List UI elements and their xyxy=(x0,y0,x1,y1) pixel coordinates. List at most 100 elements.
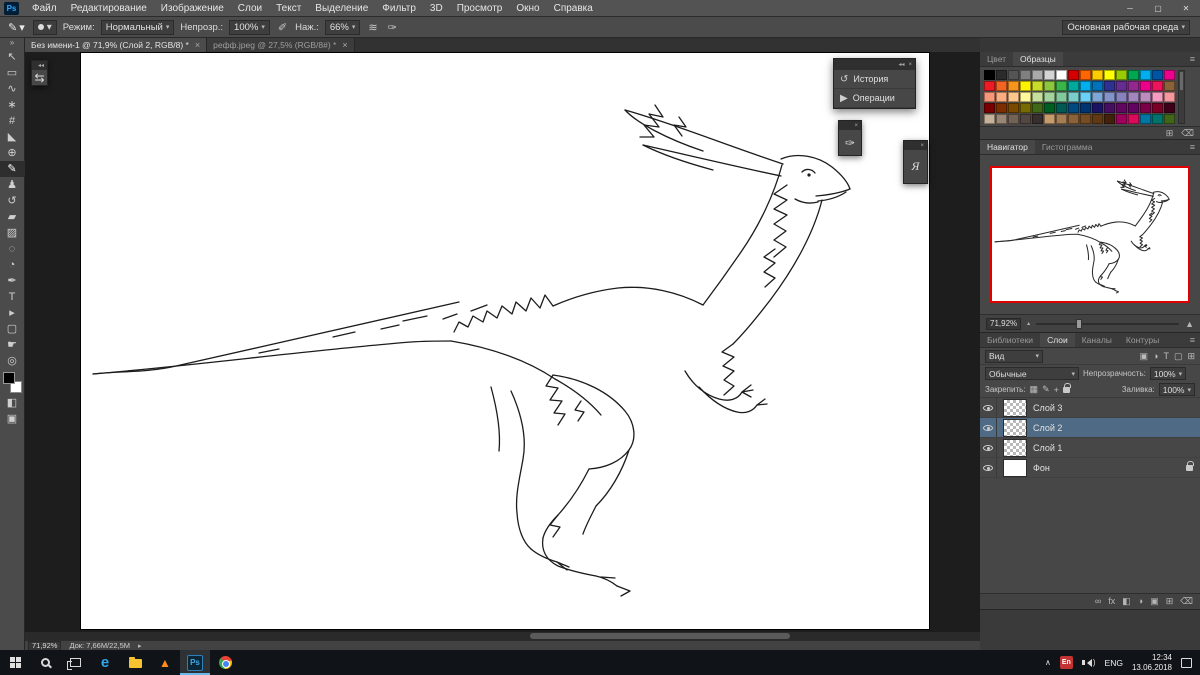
floating-dock-toggle[interactable]: ◂◂ ⇆ xyxy=(31,60,48,86)
lasso-tool[interactable]: ∿ xyxy=(0,81,25,97)
color-swatch[interactable] xyxy=(1152,92,1163,102)
adjustment-layer-icon[interactable]: ◑ xyxy=(1138,597,1143,606)
color-swatch[interactable] xyxy=(1008,81,1019,91)
horizontal-scrollbar[interactable] xyxy=(25,632,980,640)
layer-row[interactable]: Слой 2 xyxy=(980,418,1200,438)
color-swatch[interactable] xyxy=(996,114,1007,124)
color-swatch[interactable] xyxy=(1092,81,1103,91)
opacity-select[interactable]: 100% ▾ xyxy=(229,19,270,35)
collapse-icon[interactable]: ◂◂ xyxy=(38,63,44,69)
color-swatch[interactable] xyxy=(1140,70,1151,80)
brush-preset-picker[interactable]: ▾ xyxy=(32,19,57,35)
taskbar-edge[interactable]: e xyxy=(90,650,120,675)
new-swatch-icon[interactable]: ⊞ xyxy=(1166,128,1174,138)
lock-position-icon[interactable]: + xyxy=(1054,385,1059,395)
layer-opacity-field[interactable]: 100% ▾ xyxy=(1149,367,1187,380)
lock-transparency-icon[interactable]: ▦ xyxy=(1030,384,1039,395)
path-selection-tool[interactable]: ▸ xyxy=(0,305,25,321)
language-badge-icon[interactable]: En xyxy=(1059,656,1073,669)
color-swatch[interactable] xyxy=(1044,81,1055,91)
color-swatch[interactable] xyxy=(1164,114,1175,124)
start-button[interactable] xyxy=(0,650,30,675)
color-swatch[interactable] xyxy=(1008,92,1019,102)
screen-mode-button[interactable]: ▣ xyxy=(0,411,25,427)
navigator-zoom-field[interactable]: 71,92% xyxy=(986,317,1022,330)
healing-brush-tool[interactable]: ⊕ xyxy=(0,145,25,161)
document-tab[interactable]: Без имени-1 @ 71,9% (Слой 2, RGB/8) * × xyxy=(25,38,208,52)
color-swatch[interactable] xyxy=(1104,70,1115,80)
color-swatch[interactable] xyxy=(1116,81,1127,91)
panel-tab-Контуры[interactable]: Контуры xyxy=(1119,333,1166,347)
color-swatch[interactable] xyxy=(1128,92,1139,102)
color-swatch[interactable] xyxy=(1044,92,1055,102)
color-swatch[interactable] xyxy=(1128,70,1139,80)
layer-blend-mode-select[interactable]: Обычные ▾ xyxy=(985,367,1079,380)
panel-menu-icon[interactable]: ≡ xyxy=(1185,335,1200,345)
color-swatch[interactable] xyxy=(1164,70,1175,80)
color-swatch[interactable] xyxy=(1080,81,1091,91)
delete-swatch-icon[interactable]: ⌫ xyxy=(1181,128,1194,138)
menu-item-Выделение[interactable]: Выделение xyxy=(308,0,375,16)
color-swatch[interactable] xyxy=(1152,103,1163,113)
color-swatch[interactable] xyxy=(1056,114,1067,124)
eraser-tool[interactable]: ▰ xyxy=(0,209,25,225)
gradient-tool[interactable]: ▨ xyxy=(0,225,25,241)
panel-tab-Навигатор[interactable]: Навигатор xyxy=(980,140,1035,154)
color-swatch[interactable] xyxy=(1056,70,1067,80)
panel-menu-icon[interactable]: ≡ xyxy=(1185,54,1200,64)
zoom-slider-thumb[interactable] xyxy=(1076,318,1083,329)
taskbar-photoshop[interactable]: Ps xyxy=(180,650,210,675)
layer-thumbnail[interactable] xyxy=(1003,398,1027,417)
color-swatch[interactable] xyxy=(984,81,995,91)
blend-mode-select[interactable]: Нормальный ▾ xyxy=(100,19,175,35)
new-layer-icon[interactable]: ⊞ xyxy=(1166,597,1174,606)
color-swatch[interactable] xyxy=(1020,92,1031,102)
hidden-icons-chevron[interactable]: ∧ xyxy=(1045,658,1051,667)
color-swatch[interactable] xyxy=(1080,92,1091,102)
color-swatch[interactable] xyxy=(1068,103,1079,113)
color-swatch[interactable] xyxy=(1008,114,1019,124)
menu-item-Файл[interactable]: Файл xyxy=(25,0,64,16)
panel-tab-Гистограмма[interactable]: Гистограмма xyxy=(1035,140,1100,154)
layer-thumbnail[interactable] xyxy=(1003,458,1027,477)
pressure-opacity-icon[interactable]: ✐ xyxy=(276,21,289,34)
color-swatch[interactable] xyxy=(1128,114,1139,124)
color-swatch[interactable] xyxy=(1116,92,1127,102)
color-swatch[interactable] xyxy=(1104,114,1115,124)
color-swatch[interactable] xyxy=(1092,70,1103,80)
tab-close-icon[interactable]: × xyxy=(195,40,200,50)
delete-layer-icon[interactable]: ⌫ xyxy=(1180,597,1193,606)
pen-tool[interactable]: ✒ xyxy=(0,273,25,289)
color-swatch[interactable] xyxy=(1044,114,1055,124)
color-swatch[interactable] xyxy=(1152,114,1163,124)
scrollbar-thumb[interactable] xyxy=(530,633,790,639)
color-swatch[interactable] xyxy=(1020,103,1031,113)
character-panel-icon[interactable]: Я xyxy=(904,150,927,183)
color-swatch[interactable] xyxy=(1068,92,1079,102)
color-swatch[interactable] xyxy=(1080,70,1091,80)
color-swatch[interactable] xyxy=(1116,103,1127,113)
volume-icon[interactable]: ) xyxy=(1081,658,1096,667)
color-swatch[interactable] xyxy=(1008,103,1019,113)
color-swatch[interactable] xyxy=(984,70,995,80)
color-swatch[interactable] xyxy=(1080,114,1091,124)
panel-tab-Каналы[interactable]: Каналы xyxy=(1075,333,1119,347)
color-swatch[interactable] xyxy=(1092,92,1103,102)
color-swatch[interactable] xyxy=(1032,70,1043,80)
color-swatch[interactable] xyxy=(1032,92,1043,102)
navigator-proxy-view[interactable] xyxy=(990,166,1190,303)
layer-filter-select[interactable]: Вид ▾ xyxy=(985,349,1043,363)
color-swatch[interactable] xyxy=(1104,81,1115,91)
zoom-level-field[interactable]: 71,92% xyxy=(28,640,62,651)
panel-menu-icon[interactable]: ≡ xyxy=(1185,142,1200,152)
history-brush-tool[interactable]: ↺ xyxy=(0,193,25,209)
color-swatch[interactable] xyxy=(1032,81,1043,91)
filter-type-icon[interactable]: T xyxy=(1163,351,1169,362)
menu-item-Фильтр[interactable]: Фильтр xyxy=(375,0,423,16)
color-swatch[interactable] xyxy=(984,92,995,102)
airbrush-icon[interactable]: ≋ xyxy=(366,21,379,34)
layer-row[interactable]: Слой 1 xyxy=(980,438,1200,458)
color-swatch[interactable] xyxy=(984,103,995,113)
close-icon[interactable]: × xyxy=(920,143,924,149)
color-swatch[interactable] xyxy=(996,70,1007,80)
